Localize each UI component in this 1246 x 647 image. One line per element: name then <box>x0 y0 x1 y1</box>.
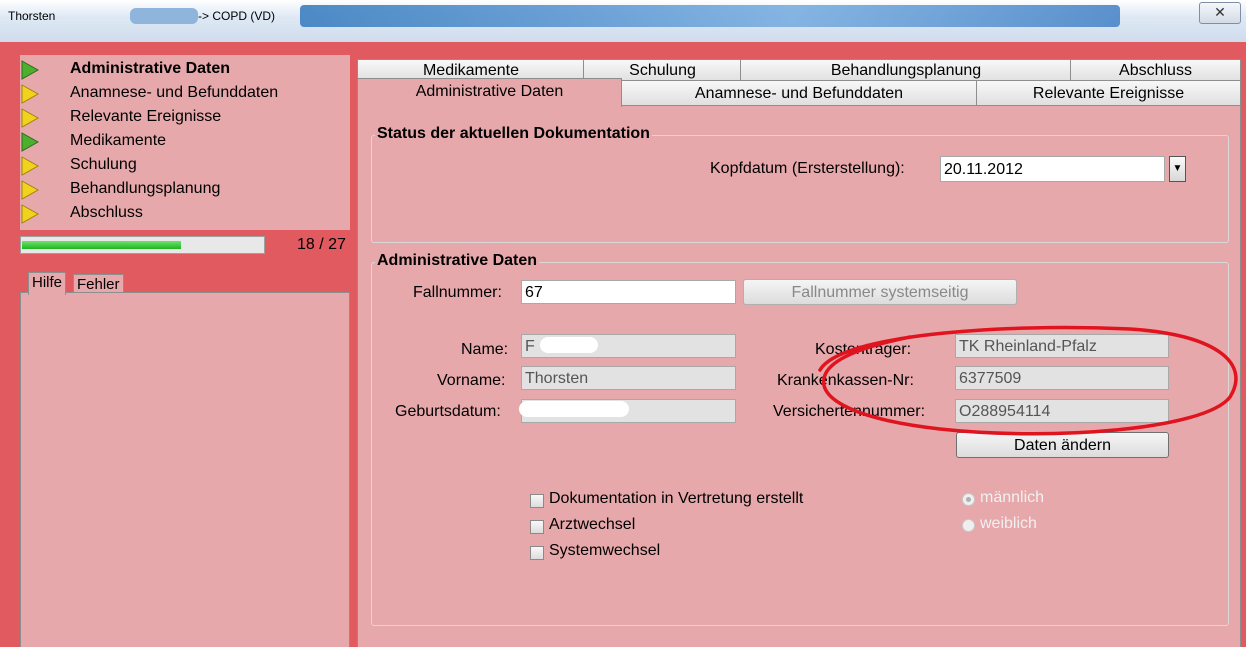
fallnummer-label: Fallnummer: <box>413 284 502 301</box>
vorname-field[interactable]: Thorsten <box>521 366 736 390</box>
nav-item-anamnese[interactable]: Anamnese- und Befunddaten <box>20 82 350 106</box>
nav-item-schulung[interactable]: Schulung <box>20 154 350 178</box>
window-title-program: -> COPD (VD) <box>198 9 276 23</box>
window-title-user: Thorsten <box>8 9 56 23</box>
help-panel <box>20 292 350 647</box>
close-button[interactable]: ✕ <box>1199 2 1241 24</box>
radio-maennlich-label: männlich <box>980 489 1045 506</box>
versichertennummer-label: Versichertennummer: <box>773 403 926 420</box>
nav-item-behandlungsplanung[interactable]: Behandlungsplanung <box>20 178 350 202</box>
nav-item-label: Behandlungsplanung <box>70 180 221 197</box>
radio-maennlich[interactable] <box>962 493 975 506</box>
nav-item-label: Anamnese- und Befunddaten <box>70 84 279 101</box>
redacted-geburtsdatum <box>519 401 629 417</box>
kostentraeger-field[interactable]: TK Rheinland-Pfalz <box>955 334 1169 358</box>
kopfdatum-label: Kopfdatum (Ersterstellung): <box>710 160 905 177</box>
name-label: Name: <box>461 341 509 358</box>
krankenkassen-nr-field[interactable]: 6377509 <box>955 366 1169 390</box>
nav-item-label: Relevante Ereignisse <box>70 108 222 125</box>
progress-fill <box>22 241 181 249</box>
nav-item-label: Medikamente <box>70 132 167 149</box>
status-green-triangle-icon <box>21 60 40 80</box>
close-icon: ✕ <box>1214 4 1226 20</box>
status-group-title: Status der aktuellen Dokumentation <box>375 125 652 143</box>
checkbox-systemwechsel-label: Systemwechsel <box>549 542 661 559</box>
dropdown-arrow-icon[interactable]: ▼ <box>1169 156 1186 182</box>
checkbox-arztwechsel-label: Arztwechsel <box>549 516 636 533</box>
status-groupbox <box>371 135 1229 243</box>
checkbox-vertretung[interactable] <box>530 494 544 508</box>
kopfdatum-select[interactable]: 20.11.2012 <box>940 156 1165 182</box>
kostentraeger-label: Kostenträger: <box>815 341 912 358</box>
radio-weiblich[interactable] <box>962 519 975 532</box>
fallnummer-systemseitig-button[interactable]: Fallnummer systemseitig <box>743 279 1017 305</box>
tab-anamnese-befunddaten[interactable]: Anamnese- und Befunddaten <box>620 80 978 106</box>
status-yellow-triangle-icon <box>21 108 40 128</box>
krankenkassen-nr-label: Krankenkassen-Nr: <box>777 372 914 389</box>
daten-aendern-button[interactable]: Daten ändern <box>956 432 1169 458</box>
redacted-name <box>540 337 598 353</box>
tab-administrative-daten[interactable]: Administrative Daten <box>357 78 622 107</box>
nav-item-abschluss[interactable]: Abschluss <box>20 202 350 226</box>
status-yellow-triangle-icon <box>21 180 40 200</box>
checkbox-vertretung-label: Dokumentation in Vertretung erstellt <box>549 490 804 507</box>
vorname-label: Vorname: <box>437 372 506 389</box>
nav-item-label: Schulung <box>70 156 137 173</box>
section-navigation: Administrative Daten Anamnese- und Befun… <box>20 55 350 230</box>
redacted-title-text <box>130 8 198 24</box>
versichertennummer-field[interactable]: O288954114 <box>955 399 1169 423</box>
title-bar: Thorsten -> COPD (VD) ✕ <box>0 0 1246 42</box>
admin-group-title: Administrative Daten <box>375 252 540 270</box>
status-yellow-triangle-icon <box>21 156 40 176</box>
radio-weiblich-label: weiblich <box>980 515 1037 532</box>
blurred-title-area <box>300 5 1120 27</box>
tab-abschluss[interactable]: Abschluss <box>1070 59 1241 82</box>
checkbox-arztwechsel[interactable] <box>530 520 544 534</box>
tab-relevante-ereignisse[interactable]: Relevante Ereignisse <box>976 80 1241 106</box>
progress-text: 18 / 27 <box>297 236 346 253</box>
fallnummer-field[interactable]: 67 <box>521 280 736 304</box>
status-green-triangle-icon <box>21 132 40 152</box>
nav-item-medikamente[interactable]: Medikamente <box>20 130 350 154</box>
geburtsdatum-label: Geburtsdatum: <box>395 403 501 420</box>
tab-hilfe[interactable]: Hilfe <box>28 272 67 295</box>
status-yellow-triangle-icon <box>21 84 40 104</box>
nav-item-label: Abschluss <box>70 204 143 221</box>
checkbox-systemwechsel[interactable] <box>530 546 544 560</box>
nav-item-label: Administrative Daten <box>70 60 231 77</box>
tab-behandlungsplanung[interactable]: Behandlungsplanung <box>740 59 1072 82</box>
progress-bar <box>20 236 265 254</box>
nav-item-administrative-daten[interactable]: Administrative Daten <box>20 58 350 82</box>
nav-item-relevante-ereignisse[interactable]: Relevante Ereignisse <box>20 106 350 130</box>
status-yellow-triangle-icon <box>21 204 40 224</box>
name-value: F <box>525 338 535 355</box>
